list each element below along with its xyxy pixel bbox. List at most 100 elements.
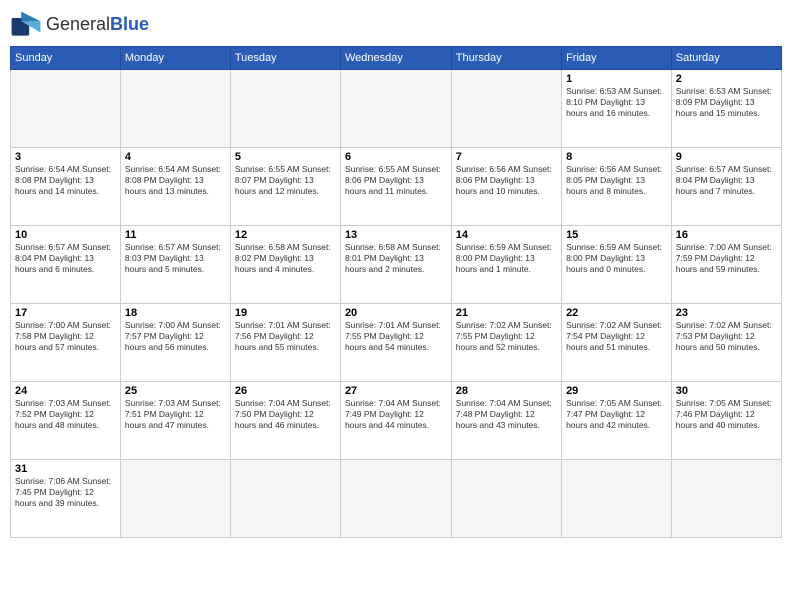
day-number: 9 <box>676 151 777 163</box>
day-number: 11 <box>125 229 226 241</box>
calendar-cell: 20Sunrise: 7:01 AM Sunset: 7:55 PM Dayli… <box>340 304 451 382</box>
calendar-cell <box>120 460 230 538</box>
day-number: 30 <box>676 385 777 397</box>
day-info: Sunrise: 7:00 AM Sunset: 7:57 PM Dayligh… <box>125 320 226 353</box>
day-header-monday: Monday <box>120 47 230 70</box>
day-info: Sunrise: 6:59 AM Sunset: 8:00 PM Dayligh… <box>566 242 667 275</box>
calendar-cell: 7Sunrise: 6:56 AM Sunset: 8:06 PM Daylig… <box>451 148 561 226</box>
day-info: Sunrise: 7:05 AM Sunset: 7:46 PM Dayligh… <box>676 398 777 431</box>
day-header-sunday: Sunday <box>11 47 121 70</box>
day-header-tuesday: Tuesday <box>230 47 340 70</box>
day-header-thursday: Thursday <box>451 47 561 70</box>
calendar-cell <box>11 70 121 148</box>
day-info: Sunrise: 6:55 AM Sunset: 8:06 PM Dayligh… <box>345 164 447 197</box>
calendar-cell <box>451 70 561 148</box>
day-info: Sunrise: 6:55 AM Sunset: 8:07 PM Dayligh… <box>235 164 336 197</box>
calendar-cell: 25Sunrise: 7:03 AM Sunset: 7:51 PM Dayli… <box>120 382 230 460</box>
calendar-cell: 3Sunrise: 6:54 AM Sunset: 8:08 PM Daylig… <box>11 148 121 226</box>
day-number: 15 <box>566 229 667 241</box>
day-info: Sunrise: 6:58 AM Sunset: 8:01 PM Dayligh… <box>345 242 447 275</box>
day-number: 17 <box>15 307 116 319</box>
day-info: Sunrise: 7:00 AM Sunset: 7:59 PM Dayligh… <box>676 242 777 275</box>
day-info: Sunrise: 7:01 AM Sunset: 7:55 PM Dayligh… <box>345 320 447 353</box>
calendar-cell: 6Sunrise: 6:55 AM Sunset: 8:06 PM Daylig… <box>340 148 451 226</box>
calendar-header-row: SundayMondayTuesdayWednesdayThursdayFrid… <box>11 47 782 70</box>
day-info: Sunrise: 6:57 AM Sunset: 8:04 PM Dayligh… <box>15 242 116 275</box>
day-number: 16 <box>676 229 777 241</box>
day-info: Sunrise: 6:54 AM Sunset: 8:08 PM Dayligh… <box>15 164 116 197</box>
day-number: 7 <box>456 151 557 163</box>
logo-icon <box>10 10 42 38</box>
day-info: Sunrise: 7:03 AM Sunset: 7:52 PM Dayligh… <box>15 398 116 431</box>
day-number: 26 <box>235 385 336 397</box>
calendar-week-2: 10Sunrise: 6:57 AM Sunset: 8:04 PM Dayli… <box>11 226 782 304</box>
calendar-cell: 21Sunrise: 7:02 AM Sunset: 7:55 PM Dayli… <box>451 304 561 382</box>
day-info: Sunrise: 6:54 AM Sunset: 8:08 PM Dayligh… <box>125 164 226 197</box>
day-info: Sunrise: 6:53 AM Sunset: 8:10 PM Dayligh… <box>566 86 667 119</box>
day-number: 28 <box>456 385 557 397</box>
calendar-cell: 11Sunrise: 6:57 AM Sunset: 8:03 PM Dayli… <box>120 226 230 304</box>
day-number: 23 <box>676 307 777 319</box>
calendar-cell: 1Sunrise: 6:53 AM Sunset: 8:10 PM Daylig… <box>562 70 672 148</box>
calendar-cell: 30Sunrise: 7:05 AM Sunset: 7:46 PM Dayli… <box>671 382 781 460</box>
day-number: 6 <box>345 151 447 163</box>
day-header-saturday: Saturday <box>671 47 781 70</box>
day-info: Sunrise: 6:53 AM Sunset: 8:09 PM Dayligh… <box>676 86 777 119</box>
calendar-cell: 4Sunrise: 6:54 AM Sunset: 8:08 PM Daylig… <box>120 148 230 226</box>
day-number: 18 <box>125 307 226 319</box>
day-number: 1 <box>566 73 667 85</box>
calendar-cell <box>451 460 561 538</box>
day-info: Sunrise: 7:03 AM Sunset: 7:51 PM Dayligh… <box>125 398 226 431</box>
calendar-week-1: 3Sunrise: 6:54 AM Sunset: 8:08 PM Daylig… <box>11 148 782 226</box>
calendar-cell: 26Sunrise: 7:04 AM Sunset: 7:50 PM Dayli… <box>230 382 340 460</box>
logo-text: GeneralBlue <box>46 14 149 35</box>
day-number: 29 <box>566 385 667 397</box>
day-number: 8 <box>566 151 667 163</box>
calendar-cell: 27Sunrise: 7:04 AM Sunset: 7:49 PM Dayli… <box>340 382 451 460</box>
calendar-cell: 8Sunrise: 6:56 AM Sunset: 8:05 PM Daylig… <box>562 148 672 226</box>
day-info: Sunrise: 6:56 AM Sunset: 8:05 PM Dayligh… <box>566 164 667 197</box>
day-info: Sunrise: 6:59 AM Sunset: 8:00 PM Dayligh… <box>456 242 557 275</box>
calendar-cell: 14Sunrise: 6:59 AM Sunset: 8:00 PM Dayli… <box>451 226 561 304</box>
day-number: 2 <box>676 73 777 85</box>
day-number: 13 <box>345 229 447 241</box>
day-info: Sunrise: 6:56 AM Sunset: 8:06 PM Dayligh… <box>456 164 557 197</box>
calendar-cell: 10Sunrise: 6:57 AM Sunset: 8:04 PM Dayli… <box>11 226 121 304</box>
calendar-week-0: 1Sunrise: 6:53 AM Sunset: 8:10 PM Daylig… <box>11 70 782 148</box>
day-number: 22 <box>566 307 667 319</box>
calendar-cell <box>671 460 781 538</box>
day-number: 20 <box>345 307 447 319</box>
calendar-cell: 23Sunrise: 7:02 AM Sunset: 7:53 PM Dayli… <box>671 304 781 382</box>
calendar-cell: 9Sunrise: 6:57 AM Sunset: 8:04 PM Daylig… <box>671 148 781 226</box>
day-info: Sunrise: 7:04 AM Sunset: 7:50 PM Dayligh… <box>235 398 336 431</box>
day-number: 10 <box>15 229 116 241</box>
calendar-cell: 5Sunrise: 6:55 AM Sunset: 8:07 PM Daylig… <box>230 148 340 226</box>
day-number: 4 <box>125 151 226 163</box>
calendar-table: SundayMondayTuesdayWednesdayThursdayFrid… <box>10 46 782 538</box>
calendar-cell <box>120 70 230 148</box>
day-info: Sunrise: 7:00 AM Sunset: 7:58 PM Dayligh… <box>15 320 116 353</box>
calendar-cell: 19Sunrise: 7:01 AM Sunset: 7:56 PM Dayli… <box>230 304 340 382</box>
calendar-cell: 28Sunrise: 7:04 AM Sunset: 7:48 PM Dayli… <box>451 382 561 460</box>
day-info: Sunrise: 7:06 AM Sunset: 7:45 PM Dayligh… <box>15 476 116 509</box>
day-info: Sunrise: 7:05 AM Sunset: 7:47 PM Dayligh… <box>566 398 667 431</box>
day-number: 14 <box>456 229 557 241</box>
calendar-cell <box>340 460 451 538</box>
calendar-cell: 15Sunrise: 6:59 AM Sunset: 8:00 PM Dayli… <box>562 226 672 304</box>
calendar-cell: 24Sunrise: 7:03 AM Sunset: 7:52 PM Dayli… <box>11 382 121 460</box>
calendar-cell: 12Sunrise: 6:58 AM Sunset: 8:02 PM Dayli… <box>230 226 340 304</box>
calendar-cell: 22Sunrise: 7:02 AM Sunset: 7:54 PM Dayli… <box>562 304 672 382</box>
day-info: Sunrise: 7:02 AM Sunset: 7:53 PM Dayligh… <box>676 320 777 353</box>
calendar-cell: 17Sunrise: 7:00 AM Sunset: 7:58 PM Dayli… <box>11 304 121 382</box>
day-number: 21 <box>456 307 557 319</box>
calendar-week-4: 24Sunrise: 7:03 AM Sunset: 7:52 PM Dayli… <box>11 382 782 460</box>
day-header-wednesday: Wednesday <box>340 47 451 70</box>
day-number: 3 <box>15 151 116 163</box>
calendar-cell: 16Sunrise: 7:00 AM Sunset: 7:59 PM Dayli… <box>671 226 781 304</box>
day-info: Sunrise: 6:58 AM Sunset: 8:02 PM Dayligh… <box>235 242 336 275</box>
calendar-week-3: 17Sunrise: 7:00 AM Sunset: 7:58 PM Dayli… <box>11 304 782 382</box>
day-info: Sunrise: 7:04 AM Sunset: 7:49 PM Dayligh… <box>345 398 447 431</box>
day-info: Sunrise: 7:01 AM Sunset: 7:56 PM Dayligh… <box>235 320 336 353</box>
logo: GeneralBlue <box>10 10 149 38</box>
day-number: 19 <box>235 307 336 319</box>
